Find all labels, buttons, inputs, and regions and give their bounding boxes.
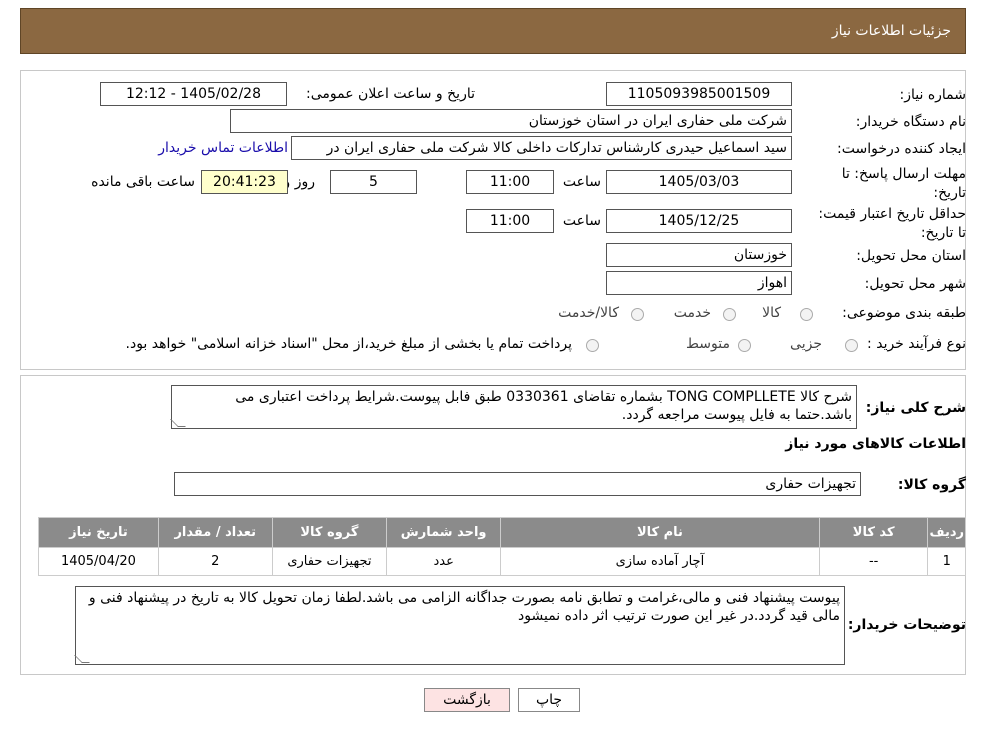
province-field: خوزستان	[606, 243, 792, 267]
days-field: 5	[330, 170, 417, 194]
creator-label: ایجاد کننده درخواست:	[837, 141, 966, 157]
remaining-time-field: 20:41:23	[201, 170, 288, 194]
process-minor-label: جزیی	[790, 336, 822, 352]
process-note: پرداخت تمام یا بخشی از مبلغ خرید،از محل …	[125, 336, 572, 352]
category-label: طبقه بندی موضوعی:	[842, 305, 966, 321]
back-button[interactable]: بازگشت	[424, 688, 510, 712]
page-header: جزئیات اطلاعات نیاز	[20, 8, 966, 54]
col-item-code: کد کالا	[818, 517, 929, 548]
process-medium-radio[interactable]	[738, 339, 751, 352]
summary-text: شرح کالا TONG COMPLLETE بشماره تقاضای 03…	[235, 389, 852, 423]
cell-item-name: آچار آماده سازی	[500, 547, 820, 576]
table-row: 1 -- آچار آماده سازی عدد تجهیزات حفاری 2…	[38, 547, 966, 576]
col-quantity: تعداد / مقدار	[157, 517, 273, 548]
cell-quantity: 2	[157, 547, 273, 576]
cell-row-number: 1	[927, 547, 966, 576]
print-button[interactable]: چاپ	[518, 688, 580, 712]
col-unit: واحد شمارش	[386, 517, 502, 548]
cell-need-date: 1405/04/20	[38, 547, 159, 576]
validity-label: حداقل تاریخ اعتبار قیمت: تا تاریخ:	[818, 206, 966, 241]
announce-datetime-field: 1405/02/28 - 12:12	[100, 82, 287, 106]
resize-grip-icon[interactable]	[74, 655, 90, 663]
city-label: شهر محل تحویل:	[864, 276, 966, 292]
creator-field: سید اسماعیل حیدری کارشناس تدارکات داخلی …	[291, 136, 792, 160]
category-goods-radio[interactable]	[800, 308, 813, 321]
buyer-notes-text: پیوست پیشنهاد فنی و مالی،غرامت و تطابق ن…	[88, 590, 840, 624]
process-label: نوع فرآیند خرید :	[867, 336, 966, 352]
cell-unit: عدد	[386, 547, 502, 576]
buyer-field: شرکت ملی حفاری ایران در استان خوزستان	[230, 109, 792, 133]
validity-time-label: ساعت	[562, 213, 601, 229]
validity-date-field: 1405/12/25	[606, 209, 792, 233]
category-goods-service-radio[interactable]	[631, 308, 644, 321]
goods-section-title: اطلاعات کالاهای مورد نیاز	[785, 436, 966, 452]
summary-label: شرح کلی نیاز:	[865, 400, 966, 416]
buyer-contact-link[interactable]: اطلاعات تماس خریدار	[158, 140, 288, 156]
need-number-label: شماره نیاز:	[899, 87, 967, 103]
city-field: اهواز	[606, 271, 792, 295]
category-goods-label: کالا	[762, 305, 781, 321]
deadline-label: مهلت ارسال پاسخ: تا تاریخ:	[841, 166, 966, 201]
goods-table: ردیف کد کالا نام کالا واحد شمارش گروه کا…	[38, 517, 966, 576]
col-item-name: نام کالا	[500, 517, 820, 548]
col-need-date: تاریخ نیاز	[38, 517, 159, 548]
need-number-field: 1105093985001509	[606, 82, 792, 106]
page-title: جزئیات اطلاعات نیاز	[831, 23, 951, 39]
announce-label: تاریخ و ساعت اعلان عمومی:	[306, 86, 475, 102]
process-medium-label: متوسط	[686, 336, 730, 352]
deadline-time-label: ساعت	[562, 174, 601, 190]
days-label: روز و	[283, 174, 316, 190]
process-minor-radio[interactable]	[845, 339, 858, 352]
category-service-radio[interactable]	[723, 308, 736, 321]
category-goods-service-label: کالا/خدمت	[558, 305, 619, 321]
resize-grip-icon[interactable]	[170, 419, 186, 427]
validity-time-field: 11:00	[466, 209, 554, 233]
remaining-label: ساعت باقی مانده	[91, 174, 195, 190]
deadline-time-field: 11:00	[466, 170, 554, 194]
buyer-notes-label: توضیحات خریدار:	[847, 617, 966, 633]
province-label: استان محل تحویل:	[856, 248, 966, 264]
deadline-date-field: 1405/03/03	[606, 170, 792, 194]
col-group: گروه کالا	[271, 517, 388, 548]
goods-group-field: تجهیزات حفاری	[174, 472, 861, 496]
buyer-notes-textarea[interactable]: پیوست پیشنهاد فنی و مالی،غرامت و تطابق ن…	[74, 586, 845, 665]
goods-group-label: گروه کالا:	[897, 477, 966, 493]
summary-textarea[interactable]: شرح کالا TONG COMPLLETE بشماره تقاضای 03…	[170, 385, 857, 429]
cell-group: تجهیزات حفاری	[271, 547, 388, 576]
table-header-row: ردیف کد کالا نام کالا واحد شمارش گروه کا…	[38, 517, 966, 548]
process-treasury-checkbox[interactable]	[586, 339, 599, 352]
buyer-label: نام دستگاه خریدار:	[855, 114, 966, 130]
category-service-label: خدمت	[673, 305, 711, 321]
col-row-number: ردیف	[927, 517, 966, 548]
cell-item-code: --	[818, 547, 929, 576]
